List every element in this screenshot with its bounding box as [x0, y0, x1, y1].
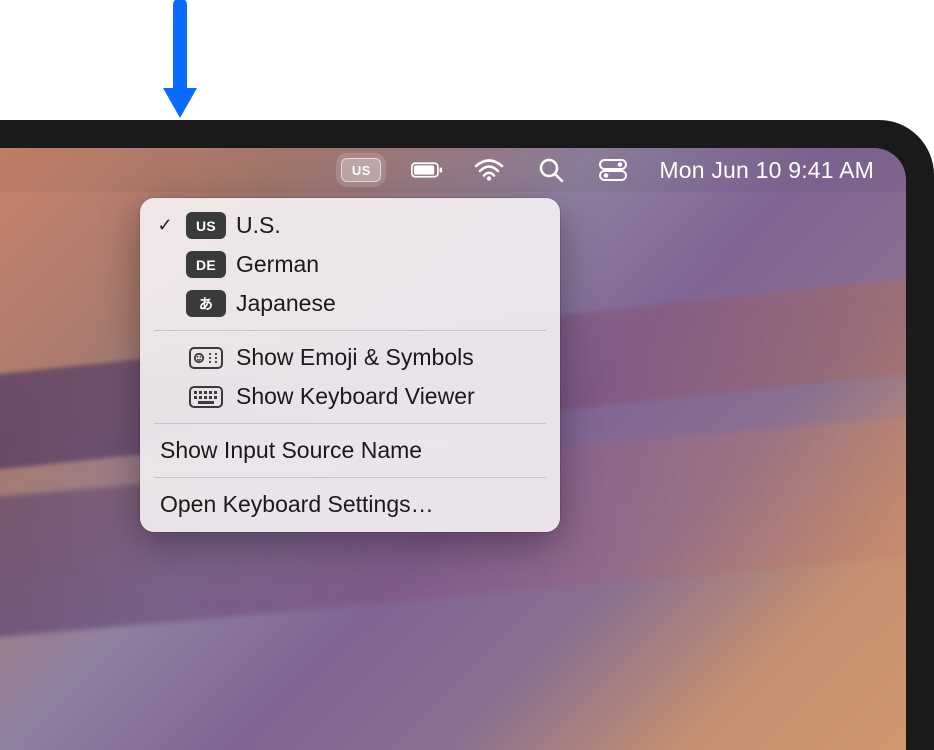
menu-item-label: German [236, 251, 544, 278]
menu-item-label: U.S. [236, 212, 544, 239]
input-source-menu: ✓ US U.S. DE German あ Japanese [140, 198, 560, 532]
menu-bar-clock[interactable]: Mon Jun 10 9:41 AM [659, 157, 874, 184]
language-badge: DE [186, 251, 226, 278]
menu-item-label: Show Keyboard Viewer [236, 383, 544, 410]
wifi-icon[interactable] [473, 156, 505, 184]
menu-item-open-keyboard-settings[interactable]: Open Keyboard Settings… [140, 485, 560, 524]
emoji-symbols-icon [186, 344, 226, 371]
menu-separator [154, 477, 546, 478]
control-center-icon[interactable] [597, 156, 629, 184]
menu-item-label: Open Keyboard Settings… [160, 491, 544, 518]
spotlight-search-icon[interactable] [535, 156, 567, 184]
menu-item-label: Show Emoji & Symbols [236, 344, 544, 371]
keyboard-viewer-icon [186, 383, 226, 410]
menu-separator [154, 330, 546, 331]
input-source-menu-button[interactable]: US [341, 158, 381, 182]
pointer-arrow-icon [160, 0, 200, 120]
menu-bar: US [0, 148, 906, 192]
language-badge: あ [186, 290, 226, 317]
menu-item-show-emoji[interactable]: Show Emoji & Symbols [140, 338, 560, 377]
input-source-item-japanese[interactable]: あ Japanese [140, 284, 560, 323]
menu-item-label: Japanese [236, 290, 544, 317]
battery-icon[interactable] [411, 156, 443, 184]
language-badge: US [186, 212, 226, 239]
checkmark-icon: ✓ [154, 215, 176, 236]
device-frame: US [0, 120, 934, 750]
input-source-item-german[interactable]: DE German [140, 245, 560, 284]
input-source-item-us[interactable]: ✓ US U.S. [140, 206, 560, 245]
menu-item-show-input-source-name[interactable]: Show Input Source Name [140, 431, 560, 470]
screen: US [0, 148, 906, 750]
menu-item-show-keyboard-viewer[interactable]: Show Keyboard Viewer [140, 377, 560, 416]
menu-separator [154, 423, 546, 424]
menu-item-label: Show Input Source Name [160, 437, 544, 464]
